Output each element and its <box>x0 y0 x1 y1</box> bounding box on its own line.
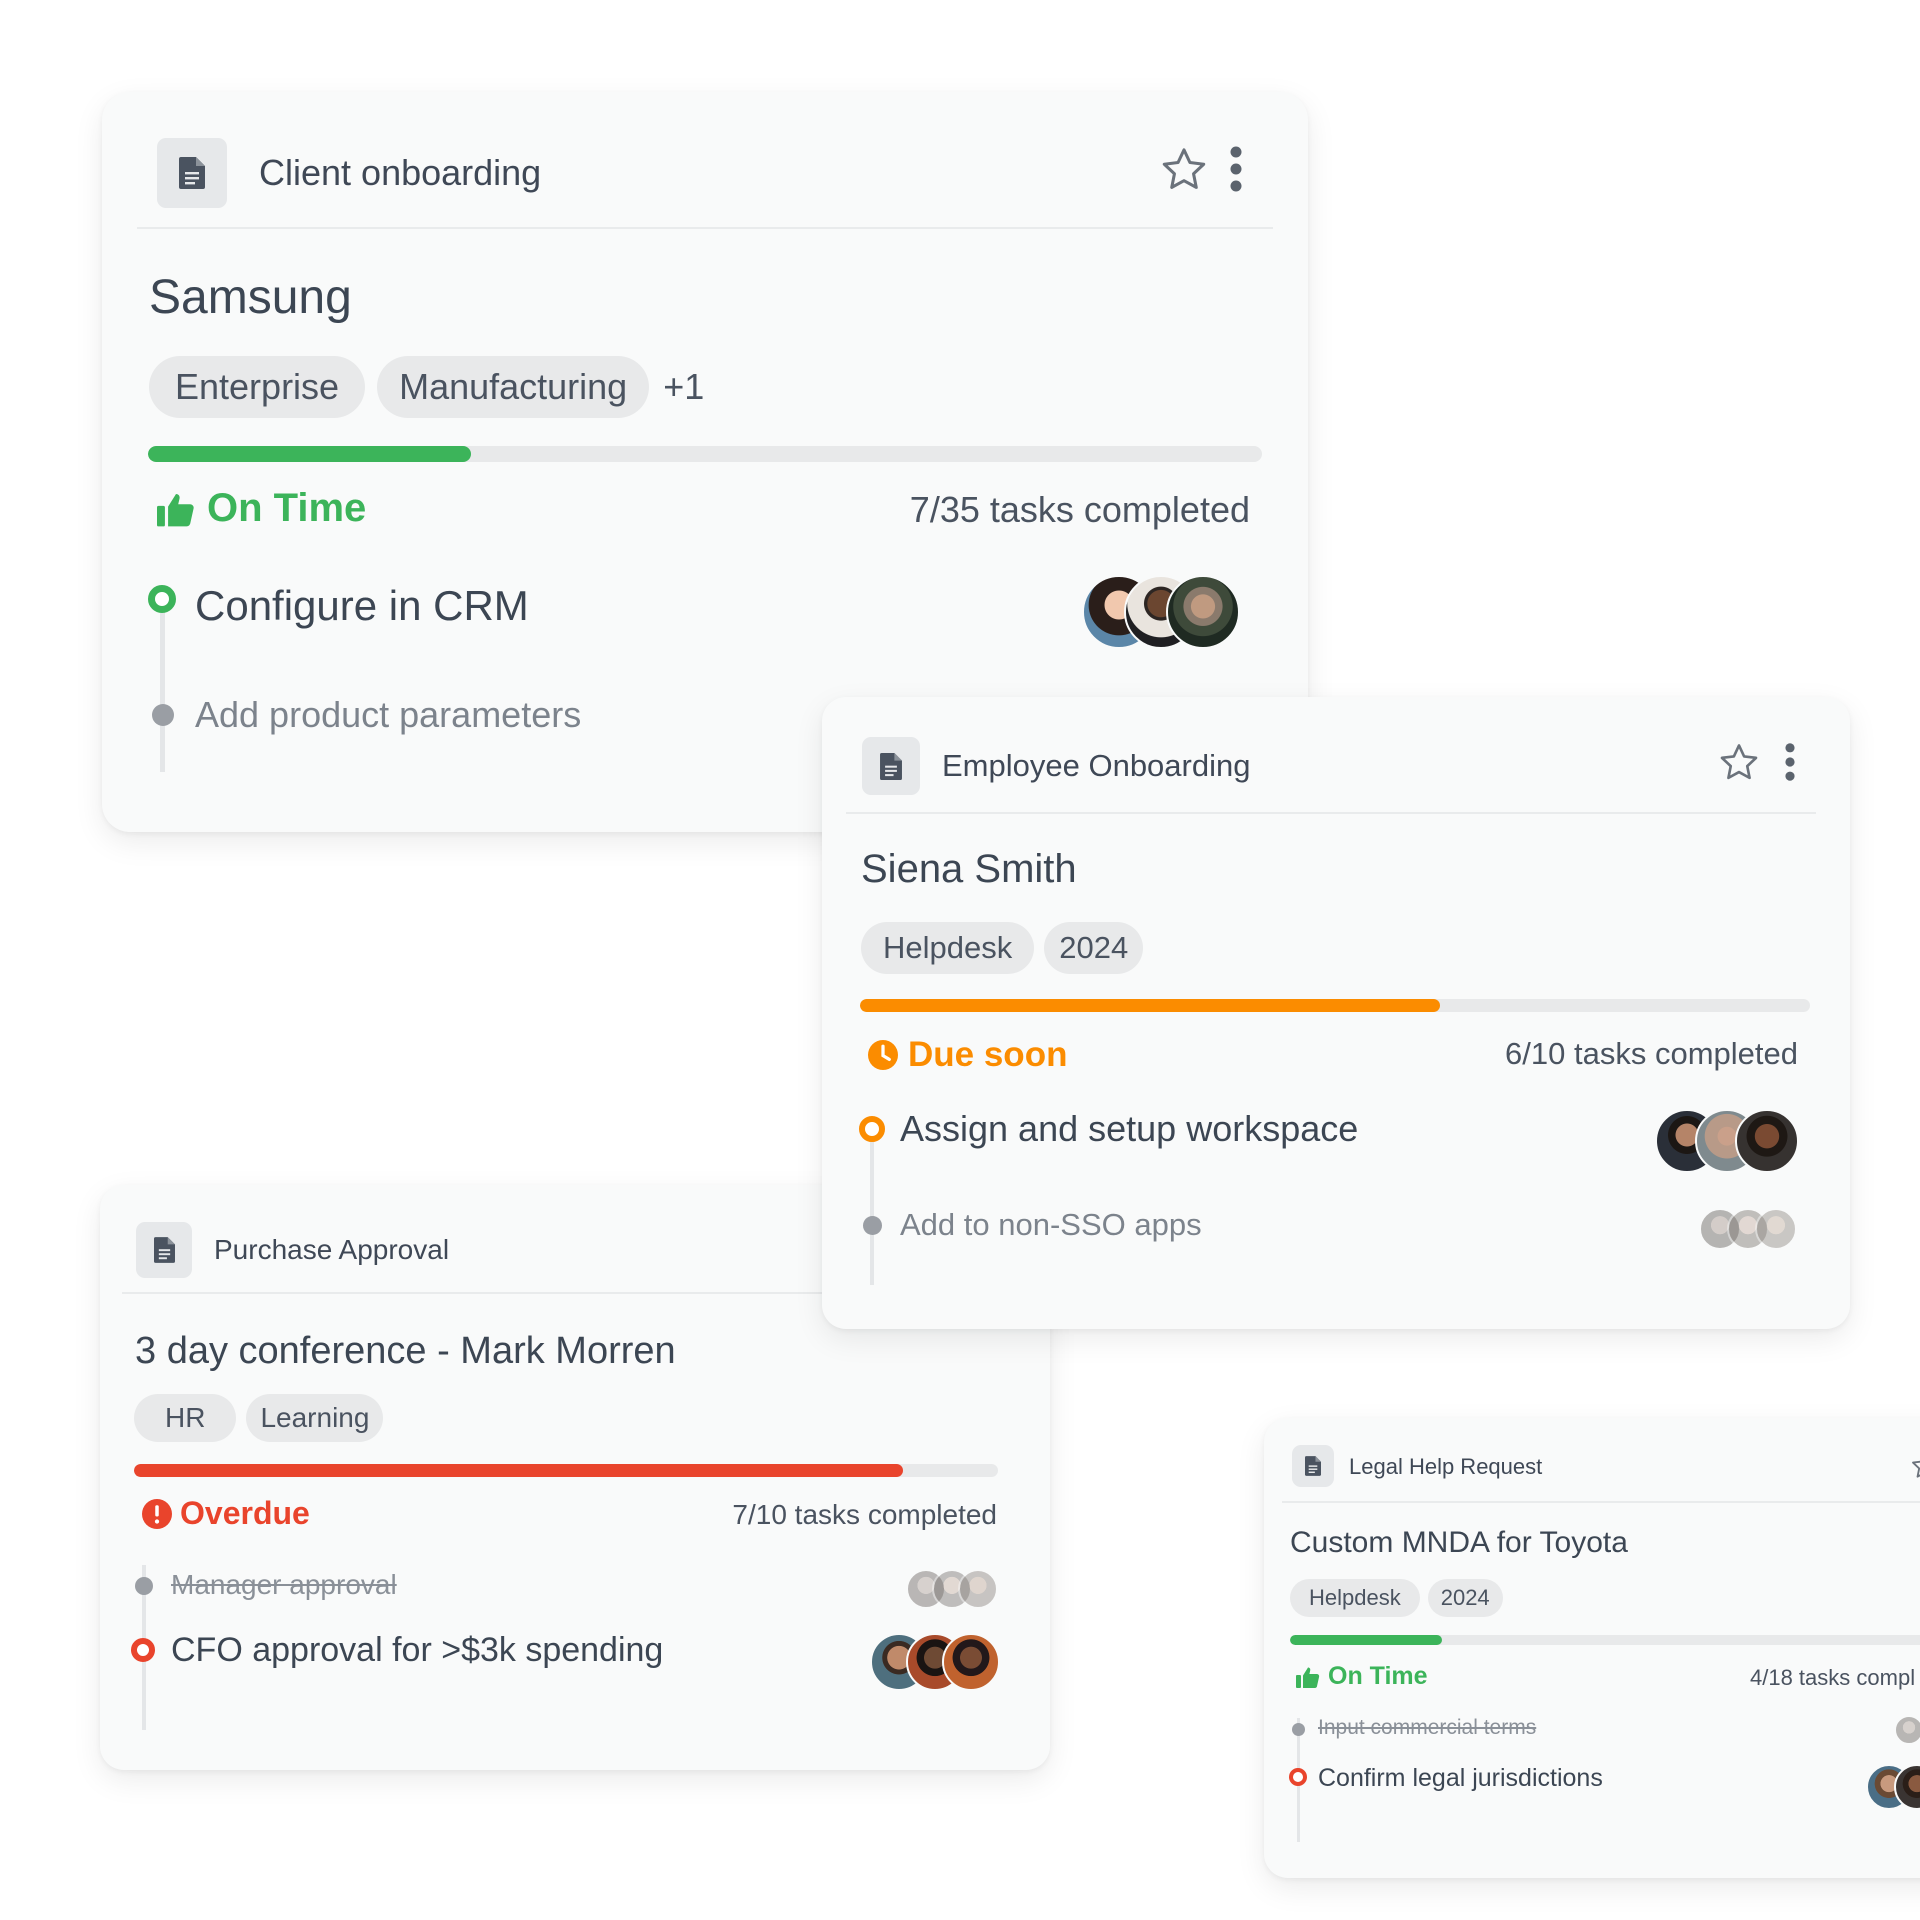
assignee-avatars[interactable] <box>870 1633 1000 1691</box>
assignee-avatars[interactable] <box>1655 1109 1799 1173</box>
status-indicator: Overdue <box>142 1495 310 1532</box>
current-task-dot <box>148 585 176 613</box>
card-type-label: Client onboarding <box>259 152 542 193</box>
status-label: Due soon <box>908 1035 1068 1074</box>
avatar <box>1894 1715 1920 1745</box>
clock-icon <box>868 1040 898 1070</box>
task-item[interactable]: Configure in CRM <box>195 582 529 630</box>
task-item[interactable]: CFO approval for >$3k spending <box>171 1631 663 1670</box>
card-title: Samsung <box>149 271 352 324</box>
status-indicator: Due soon <box>868 1035 1067 1075</box>
tag: Enterprise <box>149 356 366 418</box>
header-divider <box>137 227 1273 229</box>
header-divider <box>1282 1501 1920 1503</box>
tag-list: Helpdesk 2024 <box>861 922 1144 974</box>
tag: Manufacturing <box>377 356 650 418</box>
avatar <box>1166 575 1240 649</box>
status-label: On Time <box>207 486 367 530</box>
tag: 2024 <box>1427 1579 1503 1617</box>
progress-bar <box>148 446 1262 462</box>
task-item[interactable]: Add to non-SSO apps <box>900 1207 1202 1243</box>
status-label: Overdue <box>180 1495 310 1531</box>
tag: Learning <box>246 1394 384 1442</box>
assignee-avatars[interactable] <box>906 1569 998 1609</box>
task-item[interactable]: Add product parameters <box>195 694 581 736</box>
tag-list: Enterprise Manufacturing +1 <box>149 356 704 418</box>
card-type-label: Purchase Approval <box>214 1234 450 1265</box>
progress-bar <box>1290 1635 1920 1645</box>
avatar <box>958 1569 998 1609</box>
timeline-line <box>160 592 165 772</box>
document-icon <box>1292 1445 1334 1487</box>
avatar <box>942 1633 1000 1691</box>
document-icon <box>157 138 227 208</box>
tag: Helpdesk <box>1290 1579 1420 1617</box>
tasks-completed-count: 4/18 tasks compl <box>1750 1665 1916 1690</box>
progress-fill <box>148 446 472 462</box>
upcoming-task-dot <box>152 704 174 726</box>
tag: Helpdesk <box>861 922 1035 974</box>
current-task-dot <box>859 1116 885 1142</box>
thumbs-up-icon <box>157 491 195 527</box>
card-title: 3 day conference - Mark Morren <box>135 1330 676 1372</box>
tag-list: Helpdesk 2024 <box>1290 1579 1503 1617</box>
status-label: On Time <box>1328 1662 1428 1690</box>
done-task-dot <box>135 1577 153 1595</box>
card-title: Custom MNDA for Toyota <box>1290 1526 1628 1559</box>
tag-list: HR Learning <box>134 1394 384 1442</box>
tasks-completed-count: 6/10 tasks completed <box>1505 1036 1798 1071</box>
assignee-avatars[interactable] <box>1894 1715 1920 1745</box>
card-type-label: Employee Onboarding <box>942 748 1251 783</box>
star-icon[interactable] <box>1910 1450 1920 1480</box>
document-icon <box>862 737 920 795</box>
assignee-avatars[interactable] <box>1699 1208 1797 1250</box>
assignee-avatars[interactable] <box>1082 575 1240 649</box>
card-legal-help-request[interactable]: Legal Help Request Custom MNDA for Toyot… <box>1264 1418 1920 1878</box>
task-item[interactable]: Confirm legal jurisdictions <box>1318 1764 1603 1793</box>
thumbs-up-icon <box>1296 1666 1320 1688</box>
card-title: Siena Smith <box>861 847 1077 891</box>
avatar <box>1735 1109 1799 1173</box>
tasks-completed-count: 7/10 tasks completed <box>732 1499 997 1530</box>
more-options-icon[interactable] <box>1224 144 1248 194</box>
timeline-line <box>870 1117 874 1285</box>
task-item[interactable]: Manager approval <box>171 1569 397 1601</box>
header-divider <box>846 812 1816 814</box>
task-item[interactable]: Assign and setup workspace <box>900 1108 1358 1150</box>
upcoming-task-dot <box>863 1216 882 1235</box>
document-icon <box>136 1222 192 1278</box>
card-type-label: Legal Help Request <box>1349 1454 1543 1479</box>
status-indicator: On Time <box>1296 1662 1428 1691</box>
avatar <box>1755 1208 1797 1250</box>
tasks-completed-count: 7/35 tasks completed <box>909 489 1250 530</box>
status-indicator: On Time <box>157 486 366 531</box>
assignee-avatars[interactable] <box>1866 1764 1920 1810</box>
task-item[interactable]: Input commercial terms <box>1318 1716 1536 1740</box>
card-employee-onboarding[interactable]: Employee Onboarding Siena Smith Helpdesk… <box>822 697 1850 1329</box>
star-icon[interactable] <box>1160 145 1208 193</box>
progress-bar <box>860 999 1810 1012</box>
current-task-dot <box>1289 1768 1307 1786</box>
more-tags-count[interactable]: +1 <box>663 366 704 408</box>
tag: HR <box>134 1394 237 1442</box>
current-task-dot <box>131 1638 155 1662</box>
more-options-icon[interactable] <box>1780 741 1800 783</box>
progress-fill <box>134 1464 903 1477</box>
progress-fill <box>1290 1635 1442 1645</box>
progress-bar <box>134 1464 998 1477</box>
star-icon[interactable] <box>1718 741 1760 783</box>
tag: 2024 <box>1044 922 1144 974</box>
alert-icon <box>142 1498 172 1529</box>
done-task-dot <box>1292 1723 1305 1736</box>
progress-fill <box>860 999 1440 1012</box>
